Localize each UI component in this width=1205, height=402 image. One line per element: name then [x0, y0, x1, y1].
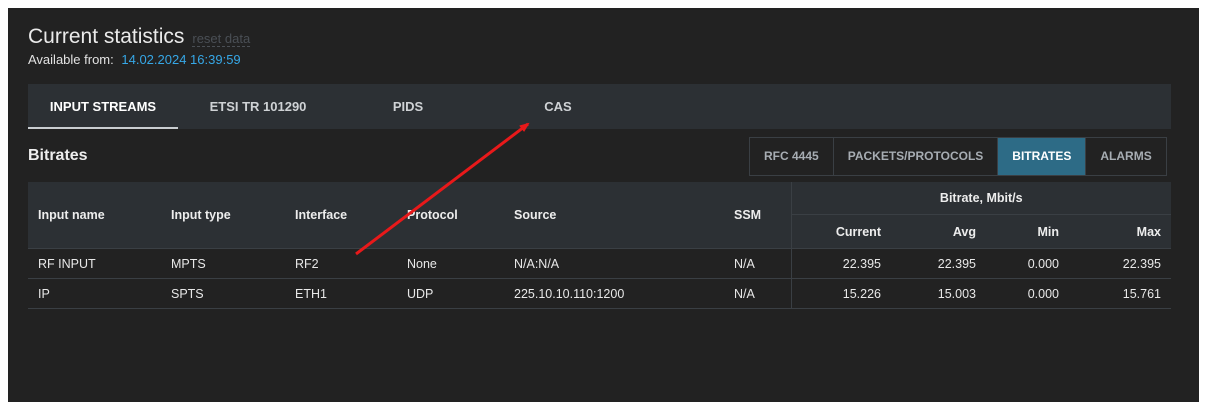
col-group-bitrate: Bitrate, Mbit/s [790, 182, 1171, 215]
main-tabs: INPUT STREAMS ETSI TR 101290 PIDS CAS [28, 84, 1171, 129]
cell-input-type: SPTS [161, 278, 285, 309]
page: Current statistics reset data Available … [0, 0, 1205, 402]
section-title: Bitrates [28, 147, 88, 164]
col-input-name: Input name [28, 182, 161, 249]
cell-max: 15.761 [1069, 278, 1171, 309]
cell-current: 15.226 [790, 278, 891, 309]
cell-min: 0.000 [986, 278, 1069, 309]
cell-protocol: UDP [397, 278, 504, 309]
col-min: Min [986, 214, 1069, 249]
table-row: IP SPTS ETH1 UDP 225.10.10.110:1200 N/A … [28, 278, 1171, 309]
cell-current: 22.395 [790, 248, 891, 279]
tab-input-streams[interactable]: INPUT STREAMS [28, 84, 178, 129]
tab-cas[interactable]: CAS [528, 84, 588, 129]
cell-input-name: RF INPUT [28, 248, 161, 279]
cell-protocol: None [397, 248, 504, 279]
col-current: Current [790, 214, 891, 249]
col-input-type: Input type [161, 182, 285, 249]
subtab-alarms[interactable]: ALARMS [1086, 138, 1165, 175]
cell-ssm: N/A [724, 278, 791, 309]
tab-etsi-tr-101290[interactable]: ETSI TR 101290 [198, 84, 318, 129]
cell-interface: ETH1 [285, 278, 397, 309]
title-row: Current statistics reset data [28, 25, 251, 49]
cell-source: N/A:N/A [504, 248, 724, 279]
statistics-panel: Current statistics reset data Available … [8, 8, 1199, 402]
available-from-label: Available from: [28, 52, 114, 67]
cell-source: 225.10.10.110:1200 [504, 278, 724, 309]
col-max: Max [1069, 214, 1171, 249]
available-from: Available from: 14.02.2024 16:39:59 [28, 52, 241, 67]
col-source: Source [504, 182, 724, 249]
subtab-packets-protocols[interactable]: PACKETS/PROTOCOLS [834, 138, 999, 175]
subtab-rfc-4445[interactable]: RFC 4445 [750, 138, 834, 175]
table-row: RF INPUT MPTS RF2 None N/A:N/A N/A 22.39… [28, 248, 1171, 279]
cell-max: 22.395 [1069, 248, 1171, 279]
page-title: Current statistics [28, 25, 185, 48]
col-ssm: SSM [724, 182, 791, 249]
cell-avg: 15.003 [891, 278, 986, 309]
cell-interface: RF2 [285, 248, 397, 279]
col-interface: Interface [285, 182, 397, 249]
cell-min: 0.000 [986, 248, 1069, 279]
col-protocol: Protocol [397, 182, 504, 249]
view-subtabs: RFC 4445 PACKETS/PROTOCOLS BITRATES ALAR… [749, 137, 1167, 176]
cell-input-type: MPTS [161, 248, 285, 279]
cell-input-name: IP [28, 278, 161, 309]
available-from-date: 14.02.2024 16:39:59 [121, 52, 241, 67]
subtab-bitrates[interactable]: BITRATES [998, 138, 1087, 175]
bitrates-table: Input name Input type Interface Protocol… [28, 182, 1171, 309]
reset-data-link[interactable]: reset data [192, 31, 251, 47]
cell-avg: 22.395 [891, 248, 986, 279]
col-avg: Avg [891, 214, 986, 249]
cell-ssm: N/A [724, 248, 791, 279]
tab-pids[interactable]: PIDS [378, 84, 438, 129]
